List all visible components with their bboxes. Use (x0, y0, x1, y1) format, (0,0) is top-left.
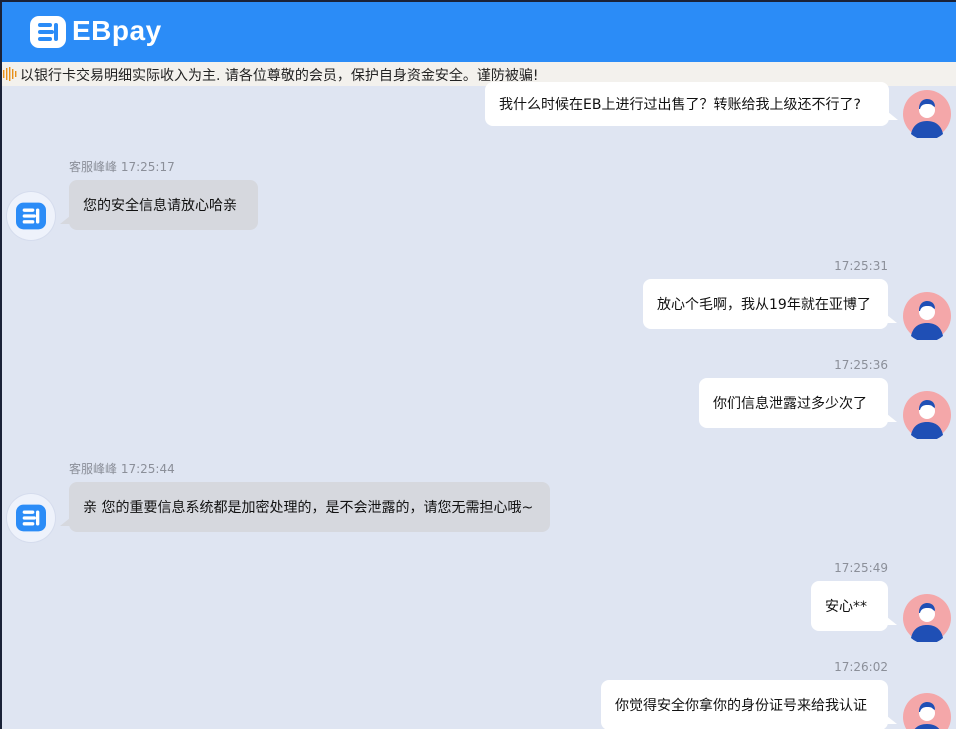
eb-logo-icon (30, 16, 66, 48)
message-bubble-outgoing: 放心个毛啊，我从19年就在亚博了 (643, 279, 897, 329)
user-avatar-icon (903, 594, 951, 642)
message-meta: 客服峰峰 17:25:17 (69, 158, 175, 175)
message-time: 17:25:17 (120, 160, 175, 174)
message-time: 17:25:31 (834, 259, 888, 273)
message-bubble-outgoing: 我什么时候在EB上进行过出售了？转账给我上级还不行了? (485, 82, 898, 126)
message-meta: 客服峰峰 17:25:44 (69, 460, 175, 477)
app-header: EBpay (2, 2, 956, 62)
app-logo-text: EBpay (72, 15, 162, 46)
user-avatar-icon (903, 90, 951, 138)
notice-text: 以银行卡交易明细实际收入为主. 请各位尊敬的会员，保护自身资金安全。谨防被骗! (20, 68, 539, 84)
agent-avatar (7, 192, 55, 240)
agent-name: 客服峰峰 (69, 160, 118, 174)
eb-logo-icon (16, 504, 46, 532)
agent-avatar (7, 494, 55, 542)
message-bubble-incoming: 您的安全信息请放心哈亲 (60, 180, 258, 230)
message-bubble-outgoing: 安心** (811, 581, 897, 631)
message-bubble-outgoing: 你觉得安全你拿你的身份证号来给我认证 (601, 680, 897, 729)
agent-name: 客服峰峰 (69, 462, 118, 476)
message-time: 17:25:49 (834, 561, 888, 575)
message-time: 17:26:02 (834, 660, 888, 674)
sound-wave-icon (3, 67, 17, 81)
message-bubble-outgoing: 你们信息泄露过多少次了 (699, 378, 897, 428)
eb-logo-icon (16, 202, 46, 230)
message-time: 17:25:44 (120, 462, 175, 476)
user-avatar-icon (903, 693, 951, 729)
user-avatar-icon (903, 292, 951, 340)
user-avatar-icon (903, 391, 951, 439)
message-time: 17:25:36 (834, 358, 888, 372)
message-bubble-incoming: 亲 您的重要信息系统都是加密处理的，是不会泄露的，请您无需担心哦~ (60, 482, 550, 532)
chat-window: EBpay 以银行卡交易明细实际收入为主. 请各位尊敬的会员，保护自身资金安全。… (2, 2, 956, 729)
